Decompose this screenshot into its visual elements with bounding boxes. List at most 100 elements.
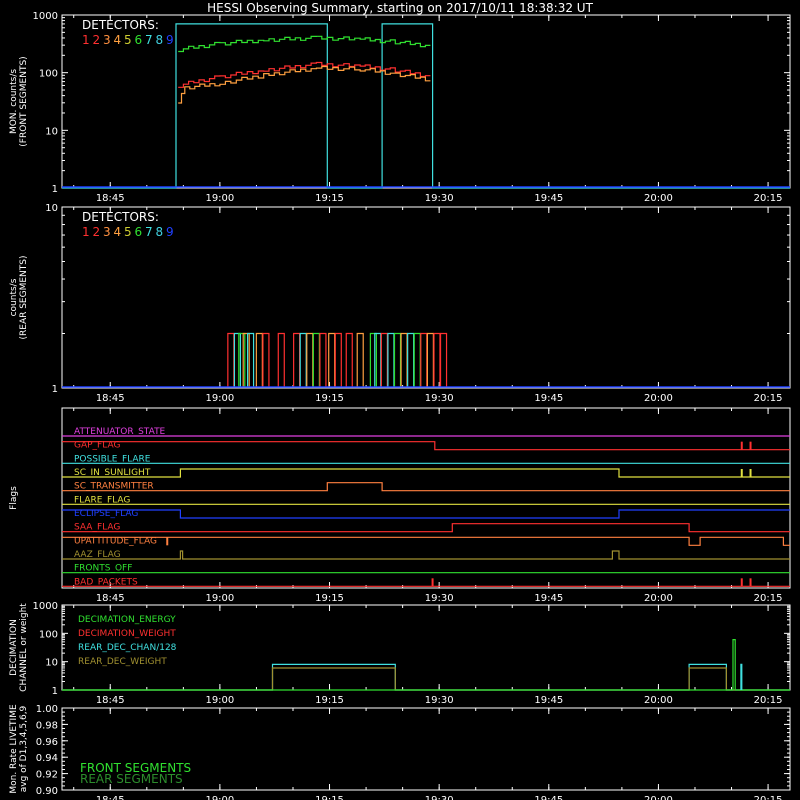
legend-detector-4: 4: [114, 225, 122, 239]
x-tick-label: 19:15: [315, 795, 344, 800]
legend-detector-4: 4: [114, 33, 122, 47]
flag-line: [62, 509, 790, 519]
x-tick-label: 20:00: [644, 193, 673, 204]
series-line: [178, 65, 431, 104]
x-tick-label: 20:15: [754, 695, 783, 706]
legend-detector-9: 9: [166, 225, 174, 239]
series-line: [178, 35, 431, 53]
rear-spike: [433, 332, 441, 387]
x-tick-label: 20:15: [754, 193, 783, 204]
x-tick-label: 19:30: [425, 193, 454, 204]
legend-detector-1: 1: [82, 225, 90, 239]
panel-frame: [61, 407, 791, 589]
decimation-legend-item: REAR_DEC_CHAN/128: [78, 643, 177, 653]
rear-spike: [426, 332, 434, 387]
rear-spike: [407, 332, 415, 387]
x-tick-label: 20:15: [754, 795, 783, 800]
flag-line: [62, 536, 790, 546]
x-tick-label: 18:45: [96, 695, 125, 706]
x-tick-label: 19:45: [534, 593, 563, 604]
y-tick-label: 1: [52, 686, 58, 697]
x-tick-label: 18:45: [96, 795, 125, 800]
x-tick-label: 19:15: [315, 593, 344, 604]
flag-label: ECLIPSE_FLAG: [74, 509, 138, 519]
rear-spike: [400, 332, 408, 387]
rear-spike: [238, 332, 246, 387]
panel-flags: 18:45 19:00 19:15 19:30 19:45 20:00 20:15 Flags…: [9, 407, 791, 604]
y-tick-label: 1.00: [36, 704, 58, 715]
rear-spike: [345, 332, 353, 387]
x-tick-label: 19:45: [534, 795, 563, 800]
flag-label: POSSIBLE_FLARE: [74, 454, 151, 464]
panels: 18:45 19:00 19:15 19:30 19:45 20:00 20:15 MON. …: [9, 11, 791, 800]
legend-detector-1: 1: [82, 33, 90, 47]
x-tick-label: 19:15: [315, 695, 344, 706]
x-tick-label: 19:45: [534, 193, 563, 204]
series-line: [178, 61, 431, 88]
legend-detector-3: 3: [103, 225, 111, 239]
x-tick-label: 20:15: [754, 393, 783, 404]
rear-spike: [227, 332, 235, 387]
panel-decimation: 18:45 19:00 19:15 19:30 19:45 20:00 20:15 DECIM…: [9, 601, 791, 706]
rear-spike: [242, 332, 250, 387]
legend-detector-6: 6: [135, 225, 143, 239]
rear-spike: [374, 332, 382, 387]
rear-spike: [246, 332, 255, 387]
legend-detector-7: 7: [145, 225, 153, 239]
rear-spike: [312, 332, 320, 387]
rear-spike: [420, 332, 428, 387]
rear-spike: [369, 332, 377, 387]
flag-label: GAP_FLAG: [74, 441, 120, 451]
y-axis-label: Mon. Rate LIVETIME: [9, 704, 19, 794]
y-axis-label: MON. counts/s: [9, 69, 19, 134]
legend-detector-3: 3: [103, 33, 111, 47]
rear-spike: [393, 332, 402, 387]
y-tick-label: 1: [52, 184, 58, 195]
y-axis-label: (FRONT SEGMENTS): [19, 56, 29, 146]
x-tick-label: 20:00: [644, 695, 673, 706]
legend-detector-9: 9: [166, 33, 174, 47]
x-tick-label: 20:15: [754, 593, 783, 604]
x-tick-label: 19:15: [315, 393, 344, 404]
y-tick-label: 1000: [33, 11, 58, 22]
flag-label: ATTENUATOR_STATE: [74, 427, 166, 437]
figure-title: HESSI Observing Summary, starting on 201…: [207, 1, 593, 15]
x-tick-label: 19:00: [205, 795, 234, 800]
panel-livetime: 18:45 19:00 19:15 19:30 19:45 20:00 20:15 Mon. …: [9, 704, 791, 800]
flag-line: [62, 523, 790, 533]
legend-detector-2: 2: [93, 225, 101, 239]
y-tick-label: 0.98: [36, 720, 58, 731]
legend-detector-6: 6: [135, 33, 143, 47]
flag-label: BAD_PACKETS: [74, 577, 138, 587]
rear-spike: [306, 332, 314, 387]
rear-spike: [413, 332, 421, 387]
x-tick-label: 19:00: [205, 593, 234, 604]
y-tick-label: 1: [52, 384, 58, 395]
decimation-line: [62, 667, 790, 691]
x-tick-label: 18:45: [96, 193, 125, 204]
y-axis-label: Flags: [9, 486, 19, 510]
legend-detector-2: 2: [93, 33, 101, 47]
rear-spike: [233, 332, 242, 387]
x-tick-label: 19:30: [425, 695, 454, 706]
x-tick-label: 20:00: [644, 795, 673, 800]
x-tick-label: 19:00: [205, 695, 234, 706]
x-tick-label: 20:00: [644, 593, 673, 604]
x-tick-label: 19:00: [205, 193, 234, 204]
rear-spike: [356, 332, 364, 387]
x-tick-label: 19:15: [315, 193, 344, 204]
y-axis-label: (REAR SEGMENTS): [19, 255, 29, 339]
flag-label: FLARE_FLAG: [74, 495, 130, 505]
rear-spike: [328, 332, 336, 387]
series-line: [62, 23, 790, 189]
rear-spike: [293, 332, 301, 387]
y-axis-label: avg of D1,3,4,5,6,9: [19, 705, 29, 792]
panel-rear-segments: 18:45 19:00 19:15 19:30 19:45 20:00 20:15 count…: [9, 203, 791, 404]
decimation-legend-item: DECIMATION_WEIGHT: [78, 629, 176, 639]
legend-detector-5: 5: [124, 225, 132, 239]
decimation-line: [62, 663, 790, 691]
legend-detector-7: 7: [145, 33, 153, 47]
flag-line: [62, 441, 790, 451]
legend-detector-5: 5: [124, 33, 132, 47]
livetime-legend-item: REAR SEGMENTS: [80, 772, 183, 786]
